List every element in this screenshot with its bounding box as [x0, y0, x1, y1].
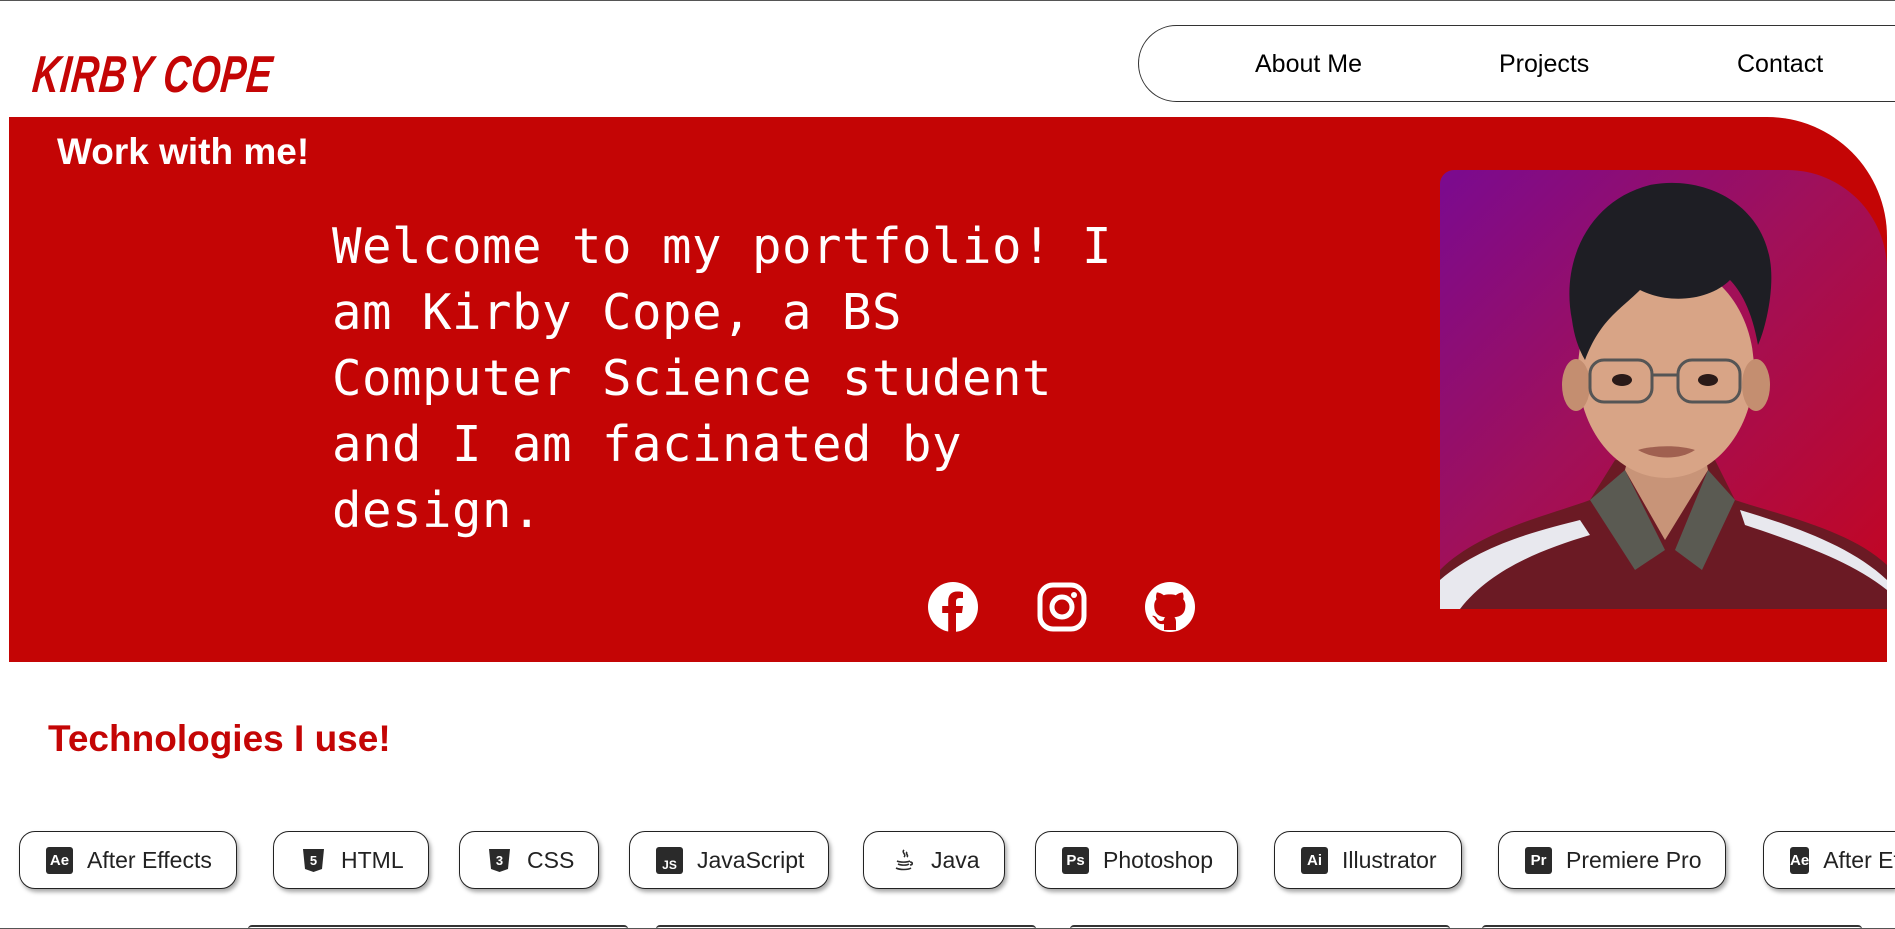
chip-after-effects[interactable]: Ae After Effects [19, 831, 237, 889]
after-effects-icon: Ae [1790, 846, 1810, 874]
instagram-icon[interactable] [1036, 581, 1088, 633]
work-with-me-link[interactable]: Work with me! [57, 131, 309, 173]
site-logo[interactable]: KIRBY COPE [30, 44, 276, 106]
technologies-title: Technologies I use! [48, 718, 391, 759]
chip-html[interactable]: 5 HTML [273, 831, 429, 889]
nav-contact[interactable]: Contact [1737, 50, 1823, 79]
after-effects-icon: Ae [46, 846, 73, 874]
nav-projects[interactable]: Projects [1499, 50, 1589, 79]
html5-icon: 5 [300, 847, 327, 874]
javascript-icon: JS [656, 846, 683, 874]
chip-after-effects-repeat[interactable]: Ae After Effects [1763, 831, 1895, 889]
hero-section: Work with me! Welcome to my portfolio! I… [9, 117, 1887, 662]
chip-label: After Effects [1823, 846, 1895, 873]
github-icon[interactable] [1144, 581, 1196, 633]
chip-label: JavaScript [697, 846, 805, 873]
photoshop-icon: Ps [1062, 846, 1089, 874]
premiere-pro-icon: Pr [1525, 846, 1552, 874]
chip-label: Illustrator [1342, 846, 1437, 873]
chip-photoshop[interactable]: Ps Photoshop [1035, 831, 1238, 889]
nav-about-me[interactable]: About Me [1255, 50, 1362, 79]
chip-label: Premiere Pro [1566, 846, 1702, 873]
chip-label: After Effects [87, 846, 212, 873]
java-icon [890, 847, 917, 874]
chip-label: HTML [341, 846, 404, 873]
svg-text:3: 3 [496, 853, 503, 868]
chip-javascript[interactable]: JS JavaScript [629, 831, 830, 889]
chip-label: CSS [527, 846, 575, 873]
svg-text:5: 5 [310, 853, 317, 868]
chip-premiere-pro[interactable]: Pr Premiere Pro [1498, 831, 1727, 889]
top-border [0, 0, 1895, 1]
css3-icon: 3 [486, 847, 513, 874]
welcome-text: Welcome to my portfolio! I am Kirby Cope… [332, 218, 1113, 539]
illustrator-icon: Ai [1301, 846, 1328, 874]
chip-label: Java [931, 846, 980, 873]
chip-illustrator[interactable]: Ai Illustrator [1274, 831, 1462, 889]
chip-css[interactable]: 3 CSS [459, 831, 600, 889]
main-nav: About Me Projects Contact [1138, 25, 1895, 102]
chip-java[interactable]: Java [863, 831, 1005, 889]
facebook-icon[interactable] [927, 581, 979, 633]
profile-photo [1440, 170, 1887, 609]
chip-label: Photoshop [1103, 846, 1213, 873]
